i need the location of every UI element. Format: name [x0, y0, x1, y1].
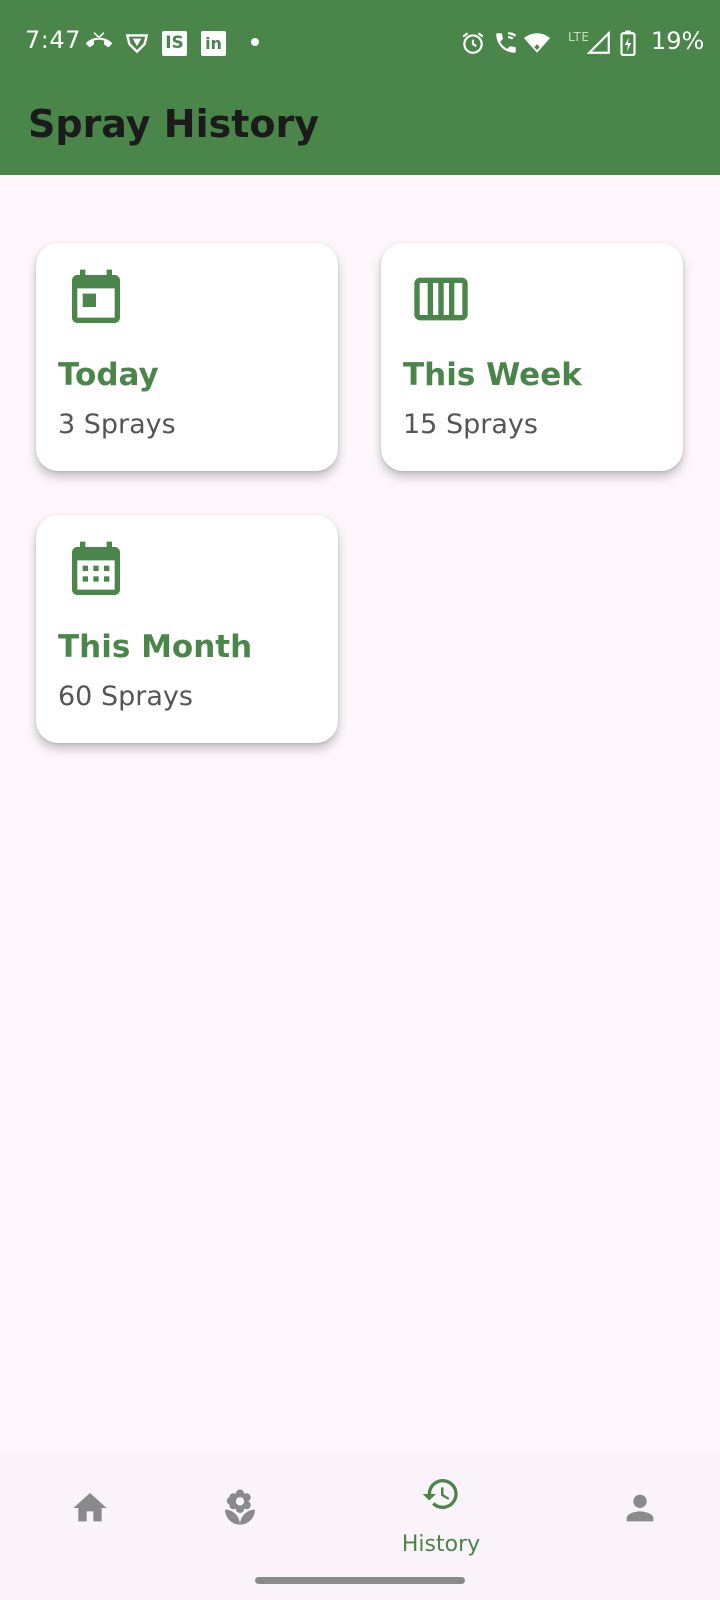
card-title: This Week — [403, 357, 582, 393]
status-bar: 7:47 IS in LTE 19% — [0, 0, 720, 88]
wifi-calling-icon — [493, 30, 519, 56]
is-app-icon: IS — [162, 31, 187, 56]
nav-history[interactable]: History — [351, 1452, 531, 1572]
card-title: Today — [58, 357, 159, 393]
signal-icon — [586, 30, 612, 56]
battery-charging-icon — [619, 30, 637, 56]
nav-history-label: History — [401, 1532, 481, 1557]
card-count: 15 Sprays — [403, 409, 538, 440]
card-this-week[interactable]: This Week 15 Sprays — [381, 243, 683, 471]
alarm-icon — [460, 30, 486, 56]
screen: 7:47 IS in LTE 19% Spray History Today 3… — [0, 0, 720, 1600]
card-today[interactable]: Today 3 Sprays — [36, 243, 338, 471]
top-bar: 7:47 IS in LTE 19% Spray History — [0, 0, 720, 175]
person-icon — [620, 1488, 660, 1528]
calendar-today-icon — [64, 267, 128, 331]
battery-percent: 19% — [651, 27, 705, 55]
linkedin-icon: in — [201, 31, 226, 56]
vpn-shield-icon — [124, 30, 150, 56]
home-indicator[interactable] — [255, 1577, 465, 1584]
calendar-month-icon — [64, 539, 128, 603]
flower-icon — [220, 1488, 260, 1528]
card-count: 60 Sprays — [58, 681, 193, 712]
missed-call-icon — [86, 30, 112, 56]
wifi-icon — [524, 30, 550, 56]
page-title: Spray History — [28, 102, 320, 146]
notification-dot — [251, 38, 259, 46]
card-count: 3 Sprays — [58, 409, 176, 440]
view-week-icon — [409, 267, 473, 331]
home-icon — [70, 1488, 110, 1528]
card-this-month[interactable]: This Month 60 Sprays — [36, 515, 338, 743]
nav-plants[interactable] — [150, 1452, 330, 1572]
history-icon — [421, 1474, 461, 1514]
nav-profile[interactable] — [550, 1452, 720, 1572]
status-time: 7:47 — [25, 26, 81, 54]
card-title: This Month — [58, 629, 253, 665]
